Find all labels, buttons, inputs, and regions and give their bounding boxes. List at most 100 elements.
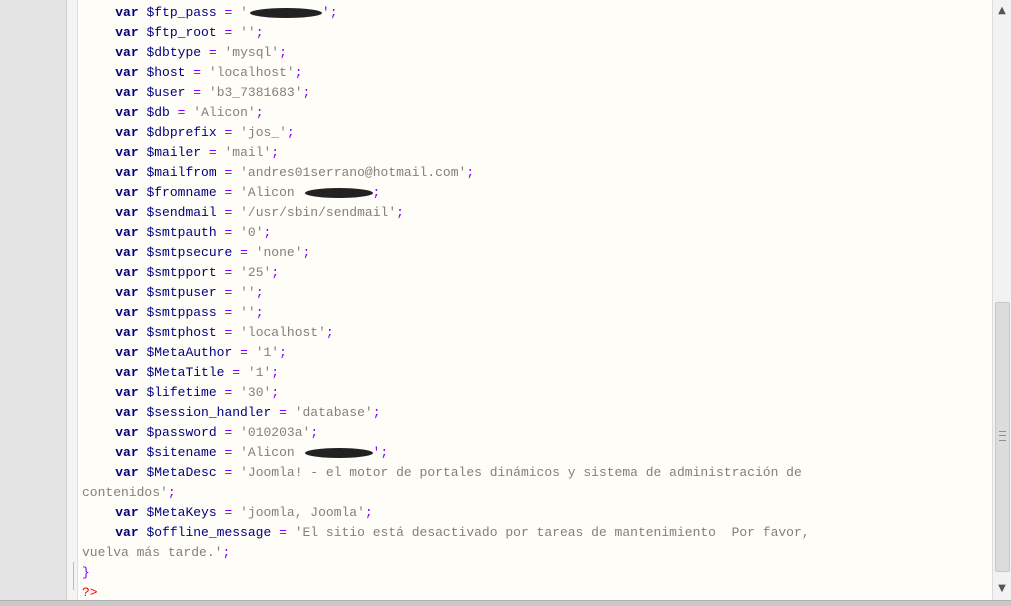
string-literal: '25' (240, 265, 272, 280)
string-literal: 'mysql' (224, 45, 280, 60)
variable-name: $dbtype (146, 45, 202, 60)
operator: = (224, 185, 233, 200)
punctuation: ; (271, 265, 280, 280)
variable-name: $offline_message (146, 525, 272, 540)
keyword: var (115, 85, 139, 100)
operator: = (224, 445, 233, 460)
punctuation: ; (364, 505, 373, 520)
punctuation: ; (286, 125, 295, 140)
string-literal: '30' (240, 385, 272, 400)
variable-name: $mailer (146, 145, 202, 160)
code-line: var $smtpauth = '0'; (84, 223, 271, 243)
string-literal: '1' (247, 365, 272, 380)
operator: = (224, 425, 233, 440)
wrapped-line: vuelva más tarde.'; (82, 543, 230, 563)
keyword: var (115, 345, 139, 360)
scroll-up-icon[interactable]: ▲ (993, 2, 1011, 20)
keyword: var (115, 245, 139, 260)
string-literal: '/usr/sbin/sendmail' (240, 205, 397, 220)
operator: = (279, 405, 287, 420)
operator: = (224, 125, 233, 140)
code-line: var $mailer = 'mail'; (84, 143, 279, 163)
operator: = (224, 25, 233, 40)
string-literal: 'localhost' (208, 65, 295, 80)
keyword: var (115, 325, 139, 340)
variable-name: $smtppass (146, 305, 217, 320)
variable-name: $smtpauth (146, 225, 217, 240)
code-line: var $smtpuser = ''; (84, 283, 263, 303)
string-literal: 'jos_' (240, 125, 287, 140)
keyword: var (115, 145, 139, 160)
variable-name: $lifetime (146, 385, 217, 400)
string-literal: '' (240, 25, 256, 40)
punctuation: ; (325, 325, 334, 340)
keyword: var (115, 185, 139, 200)
closing-brace: } (82, 565, 90, 580)
operator: = (208, 45, 217, 60)
code-line: ?> (82, 583, 98, 600)
keyword: var (115, 405, 139, 420)
operator: = (232, 365, 241, 380)
redacted-scribble (304, 447, 373, 458)
scroll-down-icon[interactable]: ▼ (993, 580, 1011, 598)
operator: = (193, 85, 202, 100)
code-line: var $smtphost = 'localhost'; (84, 323, 334, 343)
operator: = (279, 525, 287, 540)
string-literal: 'b3_7381683' (208, 85, 303, 100)
line-number-gutter (0, 0, 67, 600)
punctuation: ; (271, 145, 280, 160)
string-literal: 'andres01serrano@hotmail.com' (240, 165, 467, 180)
code-line: var $host = 'localhost'; (84, 63, 302, 83)
punctuation: ; (167, 485, 176, 500)
code-line: var $fromname = 'Alicon ; (84, 183, 380, 203)
code-line: var $sitename = 'Alicon '; (84, 443, 388, 463)
variable-name: $MetaKeys (146, 505, 217, 520)
code-line: var $ftp_root = ''; (84, 23, 263, 43)
operator: = (224, 505, 233, 520)
scroll-thumb[interactable] (995, 302, 1010, 572)
variable-name: $fromname (146, 185, 217, 200)
operator: = (177, 105, 186, 120)
code-editor[interactable]: 3132333435363738394041424344454647484950… (78, 0, 993, 600)
string-literal: 'localhost' (240, 325, 326, 340)
code-line: } (82, 563, 90, 583)
horizontal-scrollbar[interactable] (0, 600, 1011, 606)
variable-name: $dbprefix (146, 125, 217, 140)
string-literal: 'joomla, Joomla' (240, 505, 365, 520)
string-literal: 'mail' (224, 145, 272, 160)
punctuation: ; (271, 385, 280, 400)
keyword: var (115, 385, 139, 400)
punctuation: '; (372, 445, 389, 460)
code-line: var $MetaKeys = 'joomla, Joomla'; (84, 503, 373, 523)
wrapped-line: contenidos'; (82, 483, 176, 503)
variable-name: $session_handler (146, 405, 272, 420)
operator: = (193, 65, 202, 80)
code-line: var $session_handler = 'database'; (84, 403, 380, 423)
grip-icon (999, 431, 1006, 441)
keyword: var (115, 65, 139, 80)
keyword: var (115, 525, 139, 540)
variable-name: $mailfrom (146, 165, 217, 180)
variable-name: $password (146, 425, 217, 440)
code-line: var $dbprefix = 'jos_'; (84, 123, 295, 143)
keyword: var (115, 505, 139, 520)
keyword: var (115, 265, 139, 280)
variable-name: $smtpsecure (146, 245, 233, 260)
code-line: var $db = 'Alicon'; (84, 103, 263, 123)
code-line: var $MetaAuthor = '1'; (84, 343, 287, 363)
string-literal: contenidos' (82, 485, 168, 500)
redacted-scribble (249, 7, 322, 18)
variable-name: $MetaTitle (146, 365, 225, 380)
string-literal: '' (240, 305, 256, 320)
keyword: var (115, 125, 139, 140)
string-literal: 'Alicon (240, 185, 303, 200)
keyword: var (115, 365, 139, 380)
vertical-scrollbar[interactable]: ▲ ▼ (992, 0, 1011, 600)
string-literal: 'Joomla! - el motor de portales dinámico… (240, 465, 802, 480)
punctuation: ; (279, 345, 287, 360)
variable-name: $smtphost (146, 325, 217, 340)
code-line: var $smtpport = '25'; (84, 263, 279, 283)
punctuation: ; (302, 245, 311, 260)
keyword: var (115, 105, 139, 120)
operator: = (240, 345, 248, 360)
